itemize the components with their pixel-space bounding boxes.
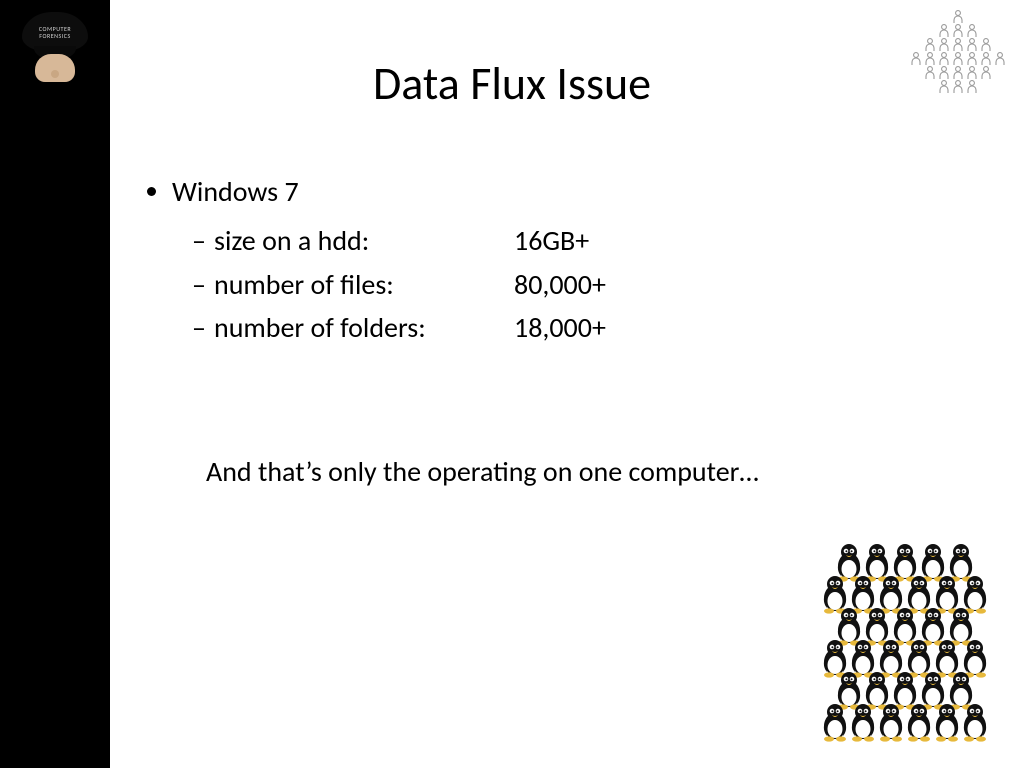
penguin-crowd-icon <box>810 550 1000 742</box>
subbullet-row: – number of folders: 18,000+ <box>192 306 984 349</box>
subbullet-row: – number of files: 80,000+ <box>192 263 984 306</box>
stat-label: number of files: <box>214 263 514 306</box>
stat-value: 16GB+ <box>514 219 589 262</box>
dash-icon: – <box>192 219 214 262</box>
left-sidebar <box>0 0 110 768</box>
stat-label: size on a hdd: <box>214 219 514 262</box>
stat-value: 80,000+ <box>514 263 606 306</box>
cap-text-line2: FORENSICS <box>39 32 70 40</box>
slide-body: Windows 7 – size on a hdd: 16GB+ – numbe… <box>150 170 984 493</box>
subbullet-row: – size on a hdd: 16GB+ <box>192 219 984 262</box>
network-pyramid-icon <box>908 10 1008 100</box>
slide: COMPUTER FORENSICS Data Flux Issue <box>0 0 1024 768</box>
dash-icon: – <box>192 263 214 306</box>
slide-title: Data Flux Issue <box>0 56 1024 112</box>
footnote: And that’s only the operating on one com… <box>206 450 984 493</box>
stat-label: number of folders: <box>214 306 514 349</box>
dash-icon: – <box>192 306 214 349</box>
bullet-os: Windows 7 <box>172 170 984 213</box>
stat-value: 18,000+ <box>514 306 606 349</box>
